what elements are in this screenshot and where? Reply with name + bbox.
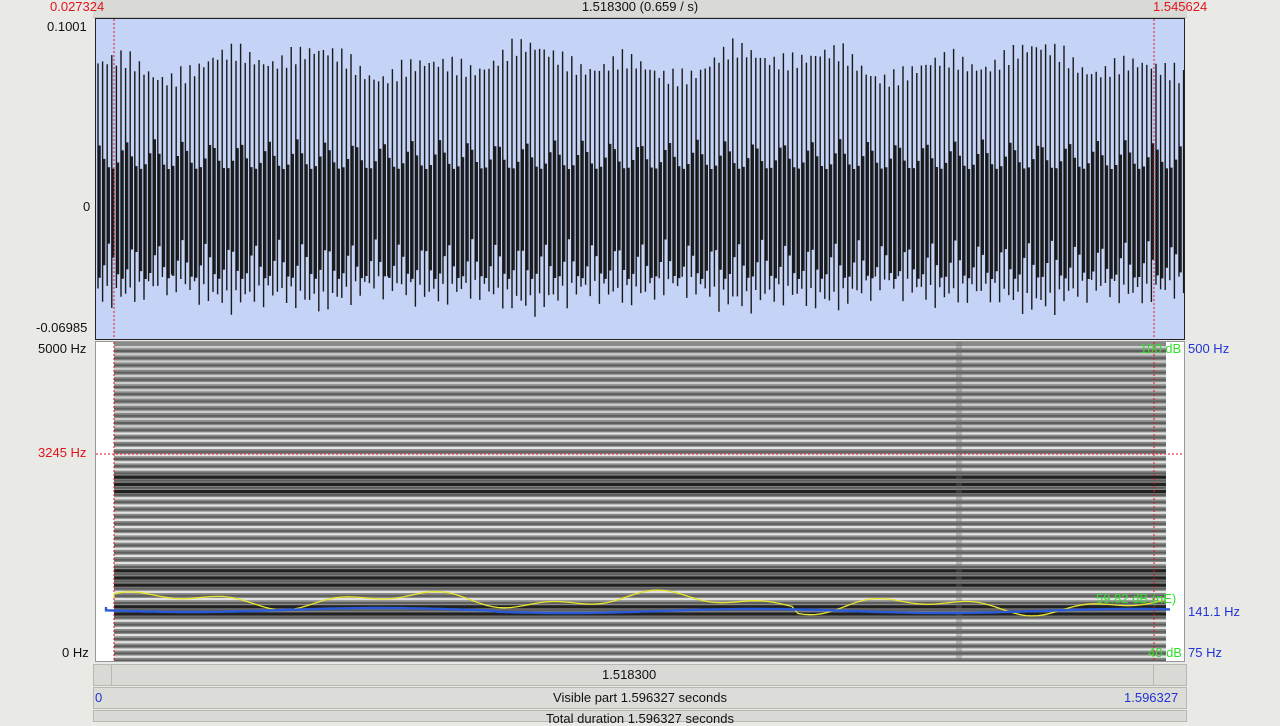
total-duration-label: Total duration 1.596327 seconds xyxy=(546,711,734,726)
visible-end-label: 1.596327 xyxy=(1124,690,1179,705)
pitch-min-label: 75 Hz xyxy=(1188,645,1222,660)
spectrogram-cursor-freq-label: 3245 Hz xyxy=(38,445,87,460)
visible-part-label: Visible part 1.596327 seconds xyxy=(553,690,727,705)
intensity-min-label: 40 dB xyxy=(1148,645,1182,660)
pitch-readout: 141.1 Hz xyxy=(1188,604,1241,619)
pitch-max-label: 500 Hz xyxy=(1188,341,1230,356)
selection-duration-top: 1.518300 (0.659 / s) xyxy=(581,0,699,14)
waveform-max-label: 0.1001 xyxy=(47,19,87,34)
selection-duration-label: 1.518300 xyxy=(602,667,657,682)
spectrogram-max-freq-label: 5000 Hz xyxy=(38,341,87,356)
spectrogram-drawing xyxy=(96,342,1184,661)
intensity-readout: 59.82 dB (nE) xyxy=(1096,591,1177,606)
waveform-min-label: -0.06985 xyxy=(36,320,88,335)
spectrogram-min-freq-label: 0 Hz xyxy=(62,645,89,660)
selection-end-time: 1.545624 xyxy=(1153,0,1208,14)
bar-right-segment[interactable] xyxy=(1153,665,1188,685)
bar-left-segment[interactable] xyxy=(94,665,112,685)
spectrogram-panel[interactable] xyxy=(95,341,1185,662)
waveform-drawing xyxy=(96,19,1184,339)
waveform-zero-label: 0 xyxy=(83,199,91,214)
waveform-panel[interactable] xyxy=(95,18,1185,340)
intensity-max-label: 100 dB xyxy=(1140,341,1182,356)
